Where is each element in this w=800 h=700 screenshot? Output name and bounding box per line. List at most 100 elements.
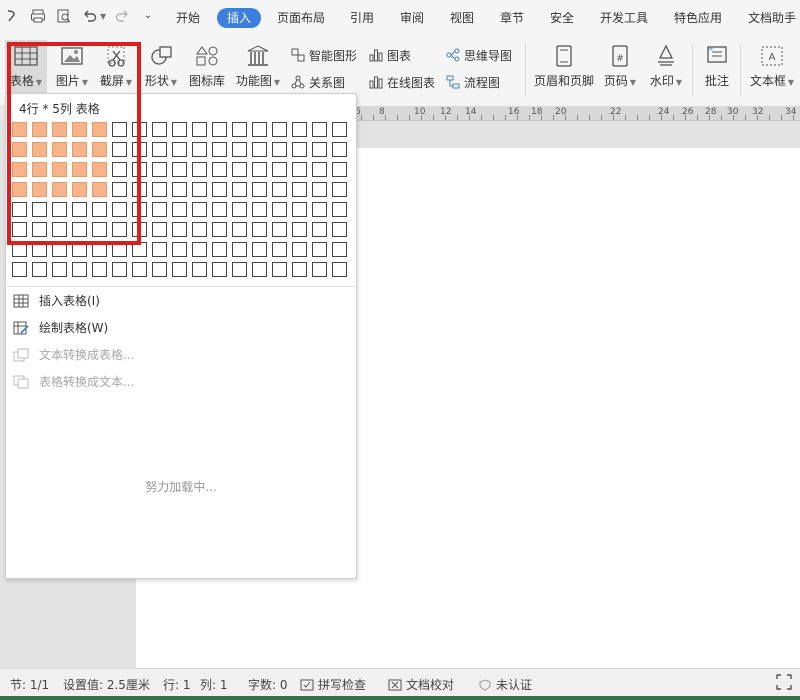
grid-cell[interactable] (312, 202, 327, 217)
grid-cell[interactable] (292, 142, 307, 157)
tab-doc-assistant[interactable]: 文档助手 (738, 8, 800, 28)
shape-button[interactable]: 形状 ▼ (141, 44, 181, 89)
grid-cell[interactable] (312, 262, 327, 277)
auth-status[interactable]: 未认证 (478, 676, 532, 693)
grid-cell[interactable] (232, 202, 247, 217)
word-count[interactable]: 字数: 0 (248, 676, 288, 693)
grid-cell[interactable] (272, 222, 287, 237)
tab-developer[interactable]: 开发工具 (590, 8, 658, 28)
grid-cell[interactable] (152, 242, 167, 257)
grid-cell[interactable] (292, 202, 307, 217)
icon-library-button[interactable]: 图标库 (186, 44, 228, 89)
page-number-button[interactable]: # 页码 ▼ (600, 44, 640, 89)
grid-cell[interactable] (232, 182, 247, 197)
table-to-text-menu-item[interactable]: 表格转换成文本... (13, 372, 134, 392)
grid-cell[interactable] (152, 262, 167, 277)
text-to-table-menu-item[interactable]: 文本转换成表格... (13, 345, 134, 365)
setting-status[interactable]: 设置值: 2.5厘米 (63, 676, 150, 693)
tab-review[interactable]: 审阅 (390, 8, 434, 28)
smart-graphic-button[interactable]: 智能图形 (291, 47, 357, 64)
tab-home[interactable]: 开始 (166, 8, 210, 28)
grid-cell[interactable] (332, 162, 347, 177)
grid-cell[interactable] (232, 162, 247, 177)
grid-cell[interactable] (312, 122, 327, 137)
print-icon[interactable] (30, 8, 46, 24)
grid-cell[interactable] (132, 262, 147, 277)
grid-cell[interactable] (332, 262, 347, 277)
grid-cell[interactable] (72, 262, 87, 277)
grid-cell[interactable] (292, 122, 307, 137)
grid-cell[interactable] (152, 162, 167, 177)
grid-cell[interactable] (172, 242, 187, 257)
grid-cell[interactable] (212, 142, 227, 157)
grid-cell[interactable] (152, 202, 167, 217)
grid-cell[interactable] (172, 142, 187, 157)
grid-cell[interactable] (12, 262, 27, 277)
textbox-button[interactable]: A 文本框 ▼ (748, 44, 796, 89)
tab-page-layout[interactable]: 页面布局 (267, 8, 335, 28)
grid-cell[interactable] (252, 262, 267, 277)
grid-cell[interactable] (152, 182, 167, 197)
tab-security[interactable]: 安全 (540, 8, 584, 28)
section-status[interactable]: 节: 1/1 (10, 676, 49, 693)
grid-cell[interactable] (192, 242, 207, 257)
grid-cell[interactable] (212, 262, 227, 277)
flowchart-button[interactable]: 流程图 (446, 74, 500, 91)
grid-cell[interactable] (272, 162, 287, 177)
tab-chapter[interactable]: 章节 (490, 8, 534, 28)
spell-check-button[interactable]: 拼写检查 (300, 676, 366, 693)
grid-cell[interactable] (212, 202, 227, 217)
grid-cell[interactable] (252, 202, 267, 217)
redo-icon[interactable] (114, 8, 130, 24)
grid-cell[interactable] (272, 242, 287, 257)
grid-cell[interactable] (172, 262, 187, 277)
grid-cell[interactable] (332, 182, 347, 197)
horizontal-ruler[interactable]: 6 8 10 12 14 16 18 20 22 24 26 28 30 32 … (355, 106, 800, 121)
grid-cell[interactable] (92, 262, 107, 277)
proofread-button[interactable]: 文档校对 (388, 676, 454, 693)
grid-cell[interactable] (252, 122, 267, 137)
grid-cell[interactable] (272, 262, 287, 277)
grid-cell[interactable] (252, 162, 267, 177)
grid-cell[interactable] (252, 222, 267, 237)
tab-features[interactable]: 特色应用 (664, 8, 732, 28)
grid-cell[interactable] (112, 262, 127, 277)
grid-cell[interactable] (212, 162, 227, 177)
grid-cell[interactable] (292, 262, 307, 277)
grid-cell[interactable] (232, 222, 247, 237)
grid-cell[interactable] (292, 182, 307, 197)
grid-cell[interactable] (272, 122, 287, 137)
chart-button[interactable]: 图表 (369, 47, 411, 64)
grid-cell[interactable] (212, 122, 227, 137)
grid-cell[interactable] (292, 242, 307, 257)
grid-cell[interactable] (252, 182, 267, 197)
grid-cell[interactable] (152, 222, 167, 237)
tab-references[interactable]: 引用 (340, 8, 384, 28)
grid-cell[interactable] (212, 222, 227, 237)
grid-cell[interactable] (232, 262, 247, 277)
grid-cell[interactable] (52, 262, 67, 277)
print-preview-icon[interactable] (56, 8, 72, 24)
grid-cell[interactable] (332, 222, 347, 237)
fullscreen-icon[interactable] (776, 674, 792, 693)
wps-icon[interactable] (4, 8, 20, 24)
grid-cell[interactable] (172, 202, 187, 217)
header-footer-button[interactable]: 页眉和页脚 (532, 44, 596, 89)
grid-cell[interactable] (292, 222, 307, 237)
tab-view[interactable]: 视图 (440, 8, 484, 28)
grid-cell[interactable] (232, 142, 247, 157)
mindmap-button[interactable]: 思维导图 (446, 47, 512, 64)
customize-icon[interactable]: ⌄ (140, 8, 156, 24)
grid-cell[interactable] (332, 202, 347, 217)
draw-table-menu-item[interactable]: 绘制表格(W) (13, 318, 108, 338)
grid-cell[interactable] (312, 222, 327, 237)
grid-cell[interactable] (172, 162, 187, 177)
grid-cell[interactable] (152, 122, 167, 137)
grid-cell[interactable] (192, 182, 207, 197)
grid-cell[interactable] (292, 162, 307, 177)
watermark-button[interactable]: 水印 ▼ (646, 44, 686, 89)
grid-cell[interactable] (252, 242, 267, 257)
function-chart-button[interactable]: 功能图 ▼ (234, 44, 282, 89)
grid-cell[interactable] (272, 202, 287, 217)
grid-cell[interactable] (332, 122, 347, 137)
